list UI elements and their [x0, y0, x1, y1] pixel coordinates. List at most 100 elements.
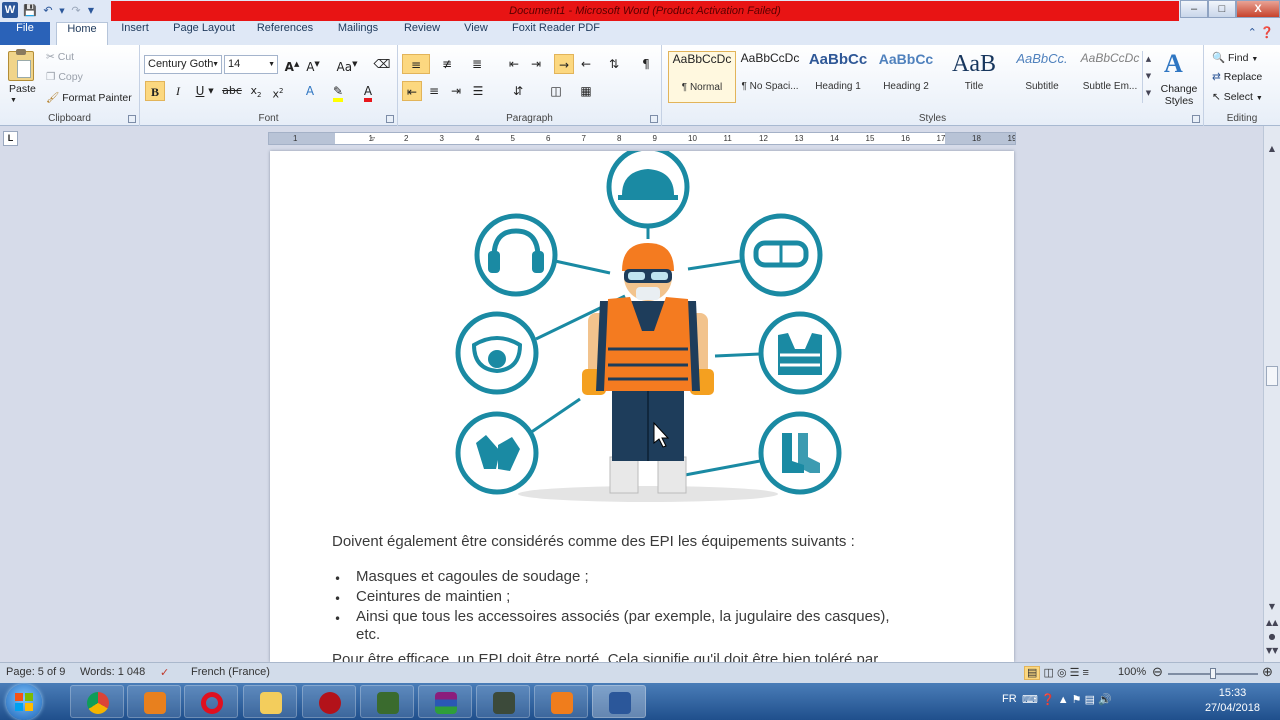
font-color-icon[interactable]: A — [358, 81, 378, 102]
help-icon[interactable]: ❓ — [1041, 694, 1055, 706]
network-icon[interactable]: ▤ — [1085, 694, 1095, 706]
taskbar-file-explorer[interactable] — [243, 685, 297, 718]
subscript-button[interactable]: x2 — [246, 81, 266, 101]
borders-icon[interactable]: ▦ — [576, 81, 596, 101]
style-subtle-emphasis[interactable]: AaBbCcDc Subtle Em... — [1076, 51, 1144, 103]
taskbar-foxit-pdf[interactable] — [534, 685, 588, 718]
styles-scroll-arrows[interactable]: ▲ ▼ ▼ — [1142, 51, 1154, 103]
minimize-button[interactable]: – — [1180, 0, 1208, 18]
shrink-font-button[interactable]: A▼ — [303, 54, 323, 74]
justify-icon[interactable]: ☰ — [468, 81, 488, 101]
input-language[interactable]: FR — [1002, 693, 1017, 705]
word-app-icon[interactable]: W — [2, 2, 18, 18]
select-browse-object-icon[interactable]: ● — [1266, 632, 1278, 641]
tab-insert[interactable]: Insert — [112, 22, 158, 45]
outline-view-icon[interactable]: ☰ — [1070, 667, 1080, 679]
style-heading-2[interactable]: AaBbCc Heading 2 — [872, 51, 940, 103]
indent-marker[interactable]: ▿ — [371, 133, 375, 144]
highlight-color-icon[interactable]: ✎ — [328, 81, 348, 102]
zoom-out-icon[interactable]: ⊖ — [1152, 664, 1163, 680]
save-icon[interactable]: 💾 — [22, 3, 38, 19]
decrease-indent-icon[interactable]: ⇤ — [504, 54, 524, 74]
change-styles-button[interactable]: Change Styles — [1160, 83, 1198, 107]
keyboard-icon[interactable]: ⌨ — [1022, 694, 1038, 706]
italic-button[interactable]: I — [168, 81, 188, 101]
chevron-down-icon[interactable]: ▼ — [212, 56, 219, 73]
align-left-icon[interactable]: ⇤ — [402, 81, 422, 101]
clipboard-dialog-launcher[interactable] — [128, 115, 136, 123]
increase-indent-icon[interactable]: ⇥ — [526, 54, 546, 74]
font-name-combobox[interactable]: Century Goth ▼ — [144, 55, 222, 74]
undo-icon[interactable]: ↶ — [40, 3, 56, 19]
scroll-thumb[interactable] — [1266, 366, 1278, 386]
system-clock[interactable]: 15:33 27/04/2018 — [1205, 686, 1260, 716]
underline-dropdown-icon[interactable]: ▼ — [206, 81, 216, 101]
font-size-combobox[interactable]: 14 ▼ — [224, 55, 278, 74]
line-spacing-icon[interactable]: ⇵ — [508, 81, 528, 101]
taskbar-word[interactable] — [592, 685, 646, 718]
paste-dropdown-icon[interactable]: ▼ — [10, 97, 17, 104]
change-case-button[interactable]: Aa▼ — [334, 54, 360, 74]
font-dialog-launcher[interactable] — [386, 115, 394, 123]
copy-button[interactable]: ❐ Copy — [46, 71, 83, 83]
tab-file[interactable]: File — [0, 22, 50, 45]
select-button[interactable]: ↖ Select ▼ — [1212, 91, 1263, 103]
redo-icon[interactable]: ↷ — [68, 3, 84, 19]
tray-arrow-icon[interactable]: ▲ — [1058, 694, 1069, 706]
strikethrough-button[interactable]: abc — [222, 81, 242, 101]
superscript-button[interactable]: x2 — [268, 81, 288, 101]
paragraph-dialog-launcher[interactable] — [650, 115, 658, 123]
format-painter-button[interactable]: 🖌 Format Painter — [46, 91, 132, 104]
zoom-in-icon[interactable]: ⊕ — [1262, 664, 1273, 680]
print-layout-view-icon[interactable]: ▤ — [1024, 666, 1041, 680]
shading-icon[interactable]: ◫ — [546, 81, 566, 101]
taskbar-app-dark[interactable] — [476, 685, 530, 718]
rtl-text-icon[interactable]: ← — [576, 54, 596, 74]
next-page-icon[interactable]: ▼▼ — [1266, 646, 1278, 655]
style-subtitle[interactable]: AaBbCc. Subtitle — [1008, 51, 1076, 103]
chevron-down-icon[interactable]: ▼ — [268, 56, 275, 73]
taskbar-app-red[interactable] — [302, 685, 356, 718]
show-formatting-marks-icon[interactable]: ¶ — [636, 54, 656, 74]
customize-qat-icon[interactable]: ▼ — [86, 3, 96, 19]
tab-mailings[interactable]: Mailings — [330, 22, 386, 45]
style-heading-1[interactable]: AaBbCc Heading 1 — [804, 51, 872, 103]
numbering-icon[interactable]: ≢ — [434, 54, 460, 74]
align-right-icon[interactable]: ⇥ — [446, 81, 466, 101]
style-no-spacing[interactable]: AaBbCcDc ¶ No Spaci... — [736, 51, 804, 103]
horizontal-ruler[interactable]: 1 1 2 3 4 5 6 7 8 9 10 11 12 13 14 15 16 17 18 19 ▿ — [268, 132, 1016, 145]
paste-button[interactable]: Paste — [9, 83, 36, 95]
vertical-scrollbar[interactable]: ▲ ▼ ▲▲ ● ▼▼ — [1263, 126, 1280, 662]
ltr-text-icon[interactable]: → — [554, 54, 574, 74]
paste-icon[interactable] — [8, 49, 34, 81]
taskbar-app-green[interactable] — [360, 685, 414, 718]
tab-home[interactable]: Home — [56, 22, 108, 45]
draft-view-icon[interactable]: ≡ — [1083, 667, 1089, 679]
document-page[interactable]: Doivent également être considérés comme … — [270, 151, 1014, 662]
undo-dropdown-icon[interactable]: ▼ — [58, 3, 66, 19]
tab-page-layout[interactable]: Page Layout — [168, 22, 240, 45]
proofing-icon[interactable]: ✓ — [160, 666, 169, 679]
replace-button[interactable]: ⇄ Replace — [1212, 71, 1262, 83]
word-count-status[interactable]: Words: 1 048 — [80, 666, 145, 678]
bold-button[interactable]: B — [145, 81, 165, 101]
maximize-button[interactable]: □ — [1208, 0, 1236, 18]
text-effects-icon[interactable]: A — [300, 81, 320, 101]
sort-icon[interactable]: ⇅ — [604, 54, 624, 74]
zoom-slider-thumb[interactable] — [1210, 668, 1216, 679]
scroll-down-icon[interactable]: ▼ — [1266, 602, 1278, 611]
clear-formatting-icon[interactable]: ⌫ — [372, 54, 392, 74]
styles-dialog-launcher[interactable] — [1192, 115, 1200, 123]
previous-page-icon[interactable]: ▲▲ — [1266, 618, 1278, 627]
cut-button[interactable]: ✂ Cut — [46, 51, 74, 63]
taskbar-winrar[interactable] — [418, 685, 472, 718]
start-button[interactable] — [6, 684, 42, 720]
tab-selector[interactable]: L — [3, 131, 18, 146]
ribbon-minimize-icon[interactable]: ⌃ ❓ — [1248, 26, 1274, 39]
bullets-icon[interactable]: ≡ — [402, 54, 430, 74]
scroll-up-icon[interactable]: ▲ — [1266, 144, 1278, 153]
find-button[interactable]: 🔍 Find ▼ — [1212, 51, 1258, 64]
zoom-level[interactable]: 100% — [1118, 666, 1146, 678]
language-status[interactable]: French (France) — [191, 666, 270, 678]
taskbar-media-player[interactable] — [127, 685, 181, 718]
